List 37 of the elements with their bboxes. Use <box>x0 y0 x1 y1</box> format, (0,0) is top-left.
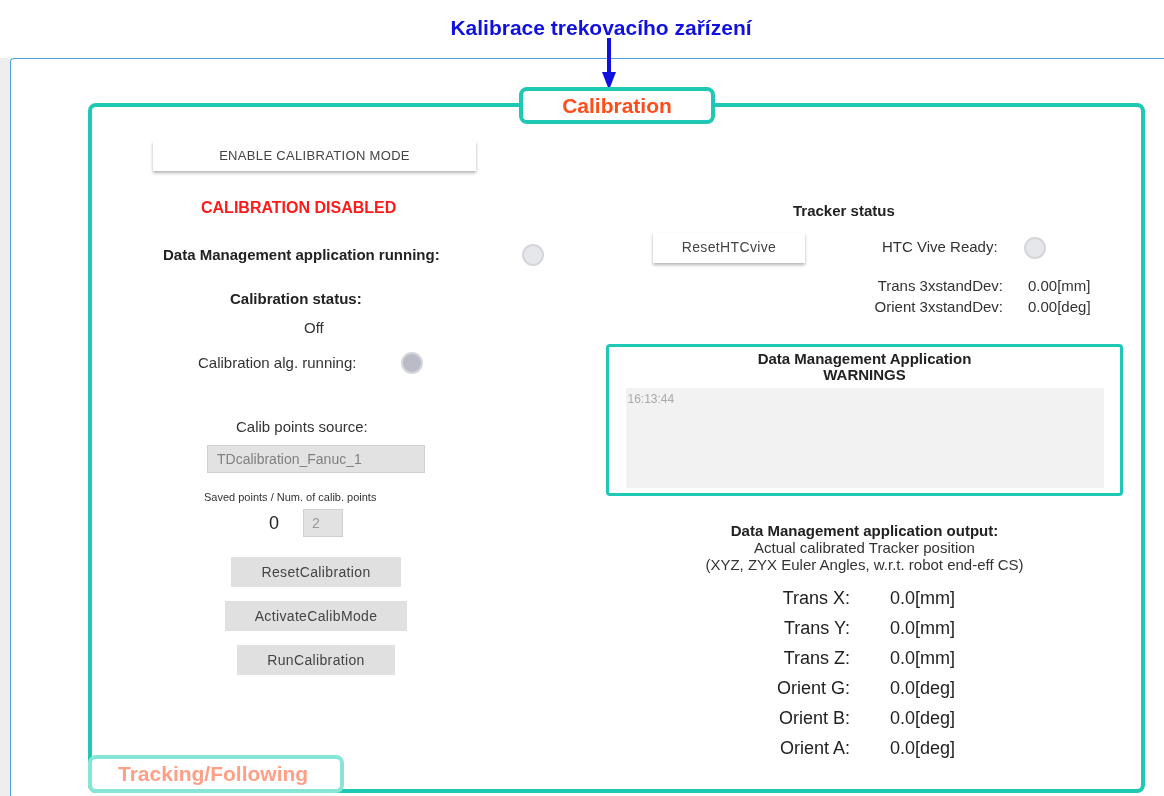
output-label: Trans X: <box>781 586 850 610</box>
status-label: HTC Vive Ready: <box>882 237 998 258</box>
deviation-label: Trans 3xstandDev: <box>876 275 1003 296</box>
output-label: Orient G: <box>775 676 850 700</box>
output-value: 0.0[deg] <box>890 676 956 700</box>
section-title: Data Management application output: <box>730 521 999 539</box>
arrow-icon <box>601 38 617 90</box>
output-value: 0.0[deg] <box>890 736 956 760</box>
section-subtitle: Actual calibrated Tracker position <box>754 538 975 556</box>
calibration-status-text: CALIBRATION DISABLED <box>201 198 397 218</box>
annotation-title: Kalibrace trekovacího zařízení <box>450 15 752 38</box>
deviation-value: 0.00[deg] <box>1028 296 1091 317</box>
output-label: Orient A: <box>778 736 850 760</box>
warnings-title: WARNINGS <box>823 366 906 382</box>
section-note: (XYZ, ZYX Euler Angles, w.r.t. robot end-eff CS) <box>705 555 1024 573</box>
warnings-title: Data Management Application <box>757 350 972 367</box>
deviation-label: Orient 3xstandDev: <box>873 296 1003 317</box>
section-title: Tracker status <box>793 201 895 221</box>
saved-points-count: 0 <box>269 511 279 535</box>
status-label: Calibration status: <box>230 288 362 309</box>
field-label: Calib points source: <box>236 417 368 437</box>
output-label: Trans Z: <box>782 646 850 670</box>
output-label: Orient B: <box>777 706 850 730</box>
reset-htc-button[interactable]: ResetHTCvive <box>653 232 805 263</box>
output-value: 0.0[mm] <box>890 616 956 640</box>
output-value: 0.0[mm] <box>890 646 956 670</box>
enable-calibration-button[interactable]: ENABLE CALIBRATION MODE <box>153 141 476 171</box>
output-value: 0.0[mm] <box>890 586 956 610</box>
status-value: Off <box>304 318 324 338</box>
deviation-value: 0.00[mm] <box>1028 275 1091 296</box>
log-entry: 16:13:44 <box>627 390 675 408</box>
status-label: Data Management application running: <box>163 245 440 265</box>
status-label: Calibration alg. running: <box>198 352 357 373</box>
field-label: Saved points / Num. of calib. points <box>204 489 377 505</box>
output-label: Trans Y: <box>782 616 850 640</box>
panel-title: Calibration <box>519 87 715 124</box>
output-value: 0.0[deg] <box>890 706 956 730</box>
